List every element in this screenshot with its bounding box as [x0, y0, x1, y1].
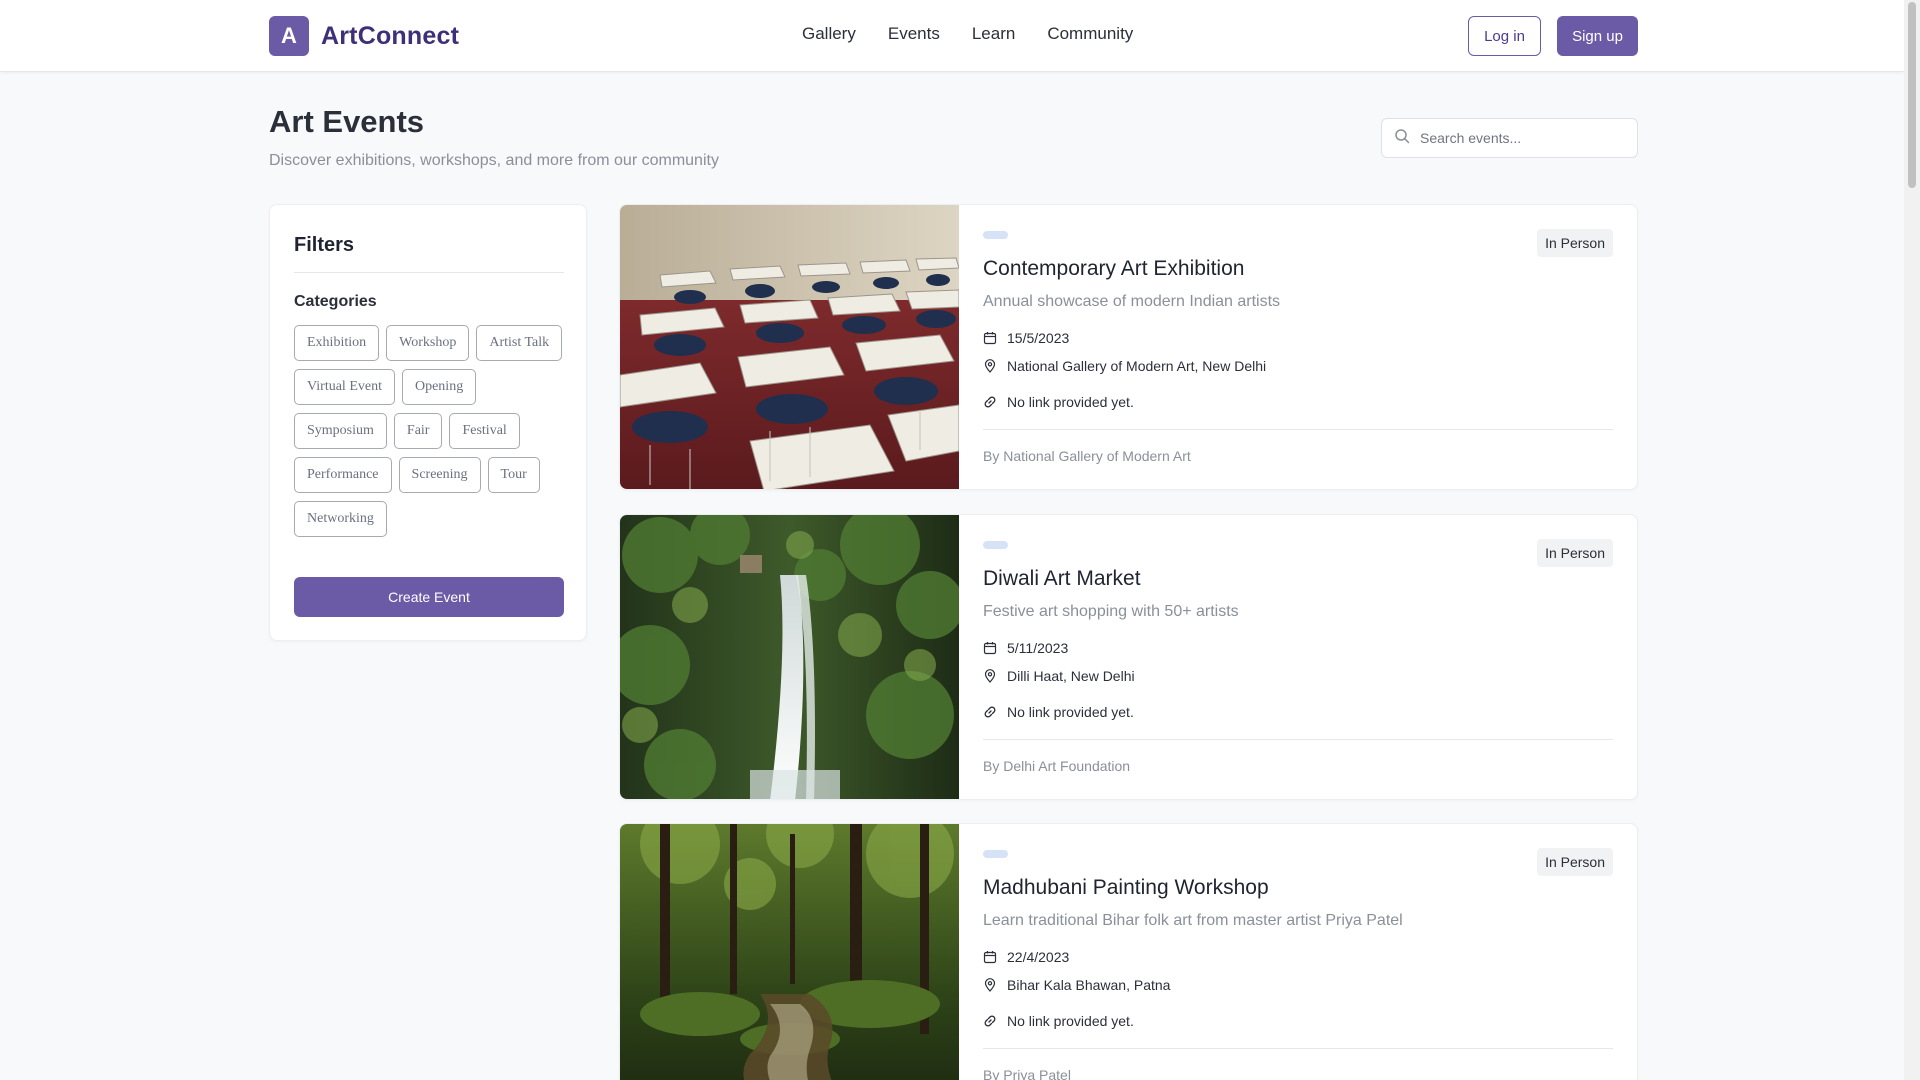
event-details: In Person Contemporary Art Exhibition An… [983, 205, 1613, 489]
event-organizer: By Delhi Art Foundation [983, 758, 1131, 774]
top-navbar: A ArtConnect Gallery Events Learn Commun… [0, 0, 1904, 72]
link-icon [983, 705, 997, 719]
category-pill [983, 850, 1008, 858]
event-card[interactable]: In Person Contemporary Art Exhibition An… [619, 204, 1638, 490]
login-button[interactable]: Log in [1468, 16, 1541, 56]
map-pin-icon [983, 978, 997, 992]
event-image-forest-stream [620, 824, 959, 1080]
create-event-button[interactable]: Create Event [294, 577, 564, 617]
search-icon [1394, 128, 1410, 149]
category-chip-workshop[interactable]: Workshop [386, 325, 470, 361]
event-mode-badge: In Person [1537, 229, 1613, 257]
link-icon [983, 395, 997, 409]
event-title[interactable]: Contemporary Art Exhibition [983, 257, 1244, 281]
divider [983, 1048, 1613, 1049]
event-organizer: By National Gallery of Modern Art [983, 448, 1191, 464]
event-image-waterfall [620, 515, 964, 799]
brand-logo-icon: A [269, 16, 309, 56]
category-chip-virtual-event[interactable]: Virtual Event [294, 369, 395, 405]
event-description: Learn traditional Bihar folk art from ma… [983, 912, 1403, 929]
category-chip-festival[interactable]: Festival [449, 413, 520, 449]
nav-gallery[interactable]: Gallery [802, 24, 856, 44]
event-location-row: National Gallery of Modern Art, New Delh… [983, 358, 1266, 374]
event-card[interactable]: In Person Madhubani Painting Workshop Le… [619, 823, 1638, 1080]
nav-events[interactable]: Events [888, 24, 940, 44]
category-chip-symposium[interactable]: Symposium [294, 413, 387, 449]
category-chip-opening[interactable]: Opening [401, 369, 477, 405]
event-link-row: No link provided yet. [983, 704, 1134, 720]
event-date: 22/4/2023 [1007, 949, 1070, 965]
page-subtitle: Discover exhibitions, workshops, and mor… [269, 152, 719, 169]
scrollbar-thumb[interactable] [1908, 2, 1916, 188]
brand[interactable]: A ArtConnect [269, 16, 459, 56]
event-location: Dilli Haat, New Delhi [1007, 668, 1135, 684]
category-chip-tour[interactable]: Tour [487, 457, 540, 493]
event-location: National Gallery of Modern Art, New Delh… [1007, 358, 1267, 374]
event-date-row: 15/5/2023 [983, 330, 1069, 346]
event-mode-badge: In Person [1537, 848, 1613, 876]
nav-learn[interactable]: Learn [972, 24, 1015, 44]
event-card[interactable]: In Person Diwali Art Market Festive art … [619, 514, 1638, 800]
event-link-text: No link provided yet. [1007, 1013, 1134, 1029]
map-pin-icon [983, 359, 997, 373]
category-chip-artist-talk[interactable]: Artist Talk [476, 325, 563, 361]
event-description: Festive art shopping with 50+ artists [983, 603, 1239, 620]
page-scrollbar[interactable] [1904, 0, 1920, 1080]
event-date-row: 22/4/2023 [983, 949, 1069, 965]
event-date-row: 5/11/2023 [983, 640, 1068, 656]
divider [294, 272, 564, 273]
calendar-icon [983, 641, 997, 655]
category-chip-exhibition[interactable]: Exhibition [294, 325, 380, 361]
calendar-icon [983, 950, 997, 964]
brand-name: ArtConnect [321, 21, 460, 50]
event-date: 15/5/2023 [1007, 330, 1070, 346]
event-image-classroom [620, 205, 960, 489]
event-details: In Person Diwali Art Market Festive art … [983, 515, 1613, 799]
event-title[interactable]: Diwali Art Market [983, 567, 1141, 591]
event-date: 5/11/2023 [1007, 640, 1069, 656]
filters-panel: Filters Categories Exhibition Workshop A… [269, 204, 587, 641]
category-chip-networking[interactable]: Networking [294, 501, 387, 537]
category-pill [983, 231, 1008, 239]
event-description: Annual showcase of modern Indian artists [983, 293, 1281, 310]
divider [983, 429, 1613, 430]
event-organizer: By Priya Patel [983, 1067, 1071, 1080]
category-chip-screening[interactable]: Screening [398, 457, 481, 493]
event-mode-badge: In Person [1537, 539, 1613, 567]
map-pin-icon [983, 669, 997, 683]
search-box[interactable] [1381, 118, 1638, 158]
category-chips: Exhibition Workshop Artist Talk Virtual … [294, 325, 570, 537]
signup-button[interactable]: Sign up [1557, 16, 1638, 56]
event-link-row: No link provided yet. [983, 1013, 1134, 1029]
event-location-row: Dilli Haat, New Delhi [983, 668, 1135, 684]
link-icon [983, 1014, 997, 1028]
event-location-row: Bihar Kala Bhawan, Patna [983, 977, 1170, 993]
filters-title: Filters [294, 234, 355, 256]
category-chip-fair[interactable]: Fair [393, 413, 443, 449]
nav-community[interactable]: Community [1047, 24, 1133, 44]
event-location: Bihar Kala Bhawan, Patna [1007, 977, 1171, 993]
category-pill [983, 541, 1008, 549]
calendar-icon [983, 331, 997, 345]
search-input[interactable] [1420, 130, 1620, 146]
event-link-row: No link provided yet. [983, 394, 1134, 410]
divider [983, 739, 1613, 740]
category-chip-performance[interactable]: Performance [294, 457, 392, 493]
page-title: Art Events [269, 104, 425, 139]
event-link-text: No link provided yet. [1007, 394, 1134, 410]
event-details: In Person Madhubani Painting Workshop Le… [983, 824, 1613, 1080]
event-link-text: No link provided yet. [1007, 704, 1134, 720]
categories-heading: Categories [294, 293, 377, 310]
event-title[interactable]: Madhubani Painting Workshop [983, 876, 1269, 900]
main-nav: Gallery Events Learn Community [802, 24, 1133, 44]
